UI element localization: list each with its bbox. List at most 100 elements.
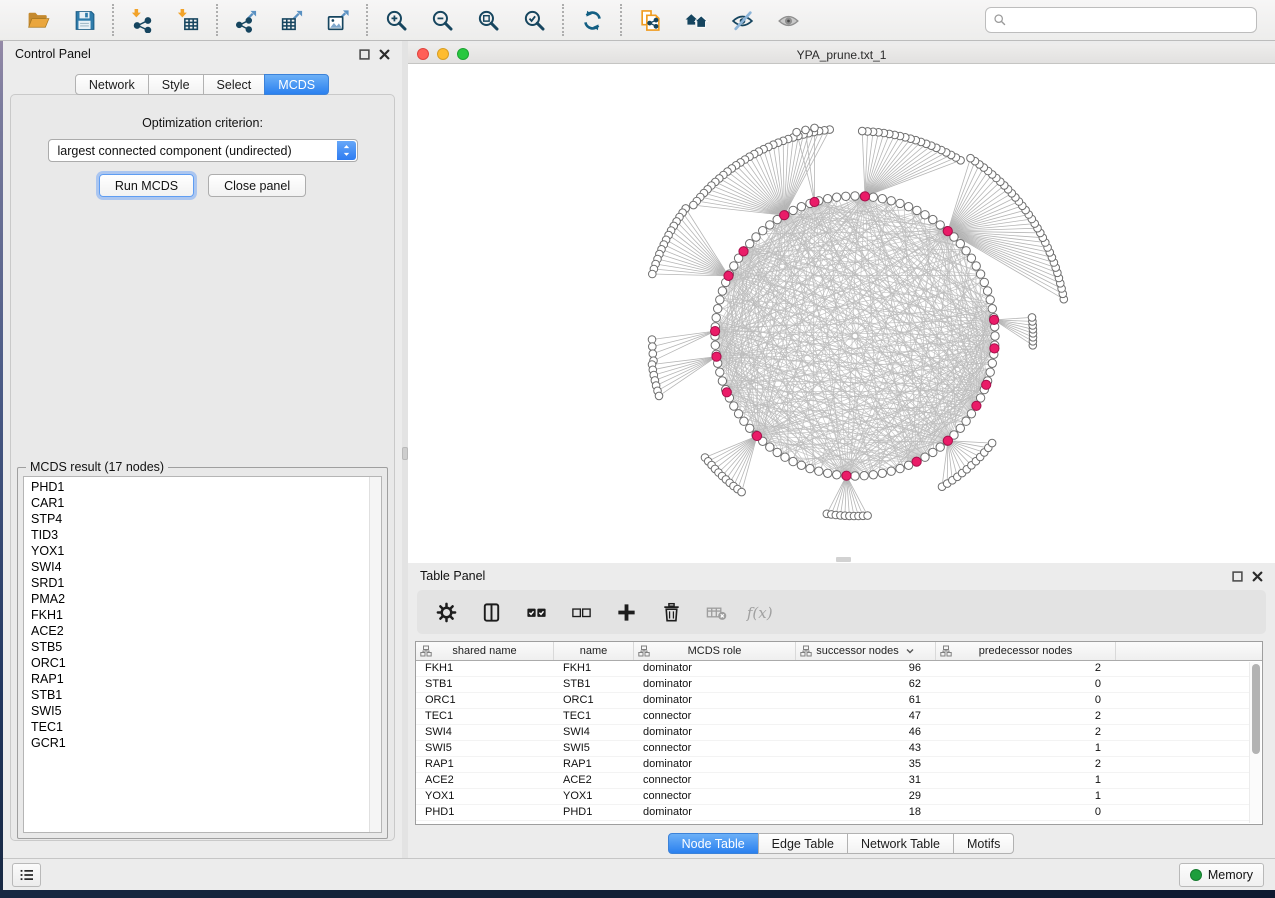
table-row[interactable]: ORC1ORC1dominator610 — [416, 693, 1249, 709]
mcds-result-item[interactable]: STP4 — [24, 511, 368, 527]
network-node[interactable] — [649, 270, 657, 278]
network-node[interactable] — [806, 464, 814, 472]
mcds-node[interactable] — [990, 344, 999, 353]
network-node[interactable] — [967, 154, 975, 162]
deselect-all-rows-button[interactable] — [566, 597, 596, 627]
network-node[interactable] — [988, 359, 996, 367]
network-node[interactable] — [648, 336, 656, 344]
network-node[interactable] — [991, 332, 999, 340]
toolbar-import-network-button[interactable] — [127, 5, 157, 35]
network-node[interactable] — [904, 203, 912, 211]
network-node[interactable] — [789, 457, 797, 465]
network-node[interactable] — [988, 305, 996, 313]
toolbar-export-table-button[interactable] — [277, 5, 307, 35]
toolbar-home-button[interactable] — [681, 5, 711, 35]
toolbar-zoom-in-button[interactable] — [381, 5, 411, 35]
mcds-node[interactable] — [860, 192, 869, 201]
control-tab-select[interactable]: Select — [203, 74, 266, 95]
table-scrollbar-thumb[interactable] — [1252, 664, 1260, 754]
network-node[interactable] — [976, 270, 984, 278]
network-node[interactable] — [718, 377, 726, 385]
table-tab-network-table[interactable]: Network Table — [847, 833, 954, 854]
mcds-node[interactable] — [712, 352, 721, 361]
mcds-node[interactable] — [943, 436, 952, 445]
mcds-result-item[interactable]: ORC1 — [24, 655, 368, 671]
network-node[interactable] — [887, 197, 895, 205]
network-node[interactable] — [781, 453, 789, 461]
mcds-result-item[interactable]: SRD1 — [24, 575, 368, 591]
network-node[interactable] — [718, 287, 726, 295]
network-node[interactable] — [759, 227, 767, 235]
table-row[interactable]: SWI5SWI5connector431 — [416, 741, 1249, 757]
network-node[interactable] — [766, 443, 774, 451]
network-node[interactable] — [972, 262, 980, 270]
mcds-node[interactable] — [724, 271, 733, 280]
memory-button[interactable]: Memory — [1179, 863, 1264, 887]
mcds-node[interactable] — [990, 315, 999, 324]
network-node[interactable] — [921, 211, 929, 219]
network-node[interactable] — [869, 193, 877, 201]
table-tab-node-table[interactable]: Node Table — [668, 833, 759, 854]
network-node[interactable] — [740, 417, 748, 425]
table-row[interactable]: PHD1PHD1dominator180 — [416, 805, 1249, 821]
control-tab-style[interactable]: Style — [148, 74, 204, 95]
close-panel-icon[interactable] — [379, 49, 390, 60]
mcds-result-item[interactable]: YOX1 — [24, 543, 368, 559]
mcds-result-item[interactable]: STB5 — [24, 639, 368, 655]
search-input[interactable] — [1011, 12, 1249, 28]
table-row[interactable]: SWI4SWI4dominator462 — [416, 725, 1249, 741]
network-node[interactable] — [858, 127, 866, 135]
mcds-list-scrollbar[interactable] — [369, 477, 381, 832]
toolbar-refresh-button[interactable] — [577, 5, 607, 35]
toolbar-open-folder-button[interactable] — [23, 5, 53, 35]
network-node[interactable] — [716, 368, 724, 376]
toolbar-eye-button[interactable] — [773, 5, 803, 35]
network-node[interactable] — [896, 464, 904, 472]
window-minimize-icon[interactable] — [437, 48, 449, 60]
network-node[interactable] — [833, 471, 841, 479]
network-node[interactable] — [716, 296, 724, 304]
network-node[interactable] — [980, 278, 988, 286]
network-node[interactable] — [986, 296, 994, 304]
toolbar-duplicate-network-button[interactable] — [635, 5, 665, 35]
network-node[interactable] — [797, 203, 805, 211]
network-node[interactable] — [887, 467, 895, 475]
table-scrollbar[interactable] — [1249, 662, 1261, 823]
mcds-result-item[interactable]: ACE2 — [24, 623, 368, 639]
toolbar-export-image-button[interactable] — [323, 5, 353, 35]
network-node[interactable] — [797, 461, 805, 469]
mcds-result-item[interactable]: SWI4 — [24, 559, 368, 575]
table-settings-button[interactable] — [431, 597, 461, 627]
network-node[interactable] — [986, 368, 994, 376]
network-window-titlebar[interactable]: YPA_prune.txt_1 — [408, 44, 1275, 64]
toolbar-zoom-fit-button[interactable] — [473, 5, 503, 35]
network-node[interactable] — [734, 410, 742, 418]
column-header-predecessor-nodes[interactable]: predecessor nodes — [936, 642, 1116, 660]
column-header-name[interactable]: name — [554, 642, 634, 660]
network-node[interactable] — [773, 448, 781, 456]
delete-columns-button[interactable] — [656, 597, 686, 627]
network-node[interactable] — [896, 199, 904, 207]
run-mcds-button[interactable]: Run MCDS — [99, 174, 194, 197]
network-node[interactable] — [988, 439, 996, 447]
network-node[interactable] — [824, 195, 832, 203]
toolbar-hide-eye-button[interactable] — [727, 5, 757, 35]
column-header-successor-nodes[interactable]: successor nodes — [796, 642, 936, 660]
column-header-shared-name[interactable]: shared name — [416, 642, 554, 660]
mcds-result-item[interactable]: CAR1 — [24, 495, 368, 511]
mcds-node[interactable] — [943, 227, 952, 236]
network-node[interactable] — [824, 469, 832, 477]
column-header-mcds-role[interactable]: MCDS role — [634, 642, 796, 660]
network-node[interactable] — [649, 350, 657, 358]
mcds-node[interactable] — [842, 471, 851, 480]
network-node[interactable] — [864, 512, 872, 520]
network-node[interactable] — [929, 215, 937, 223]
network-node[interactable] — [962, 247, 970, 255]
network-node[interactable] — [869, 471, 877, 479]
mcds-node[interactable] — [752, 431, 761, 440]
float-panel-icon[interactable] — [359, 49, 370, 60]
table-row[interactable]: STB1STB1dominator620 — [416, 677, 1249, 693]
float-panel-icon[interactable] — [1232, 571, 1243, 582]
network-node[interactable] — [860, 472, 868, 480]
network-node[interactable] — [967, 410, 975, 418]
